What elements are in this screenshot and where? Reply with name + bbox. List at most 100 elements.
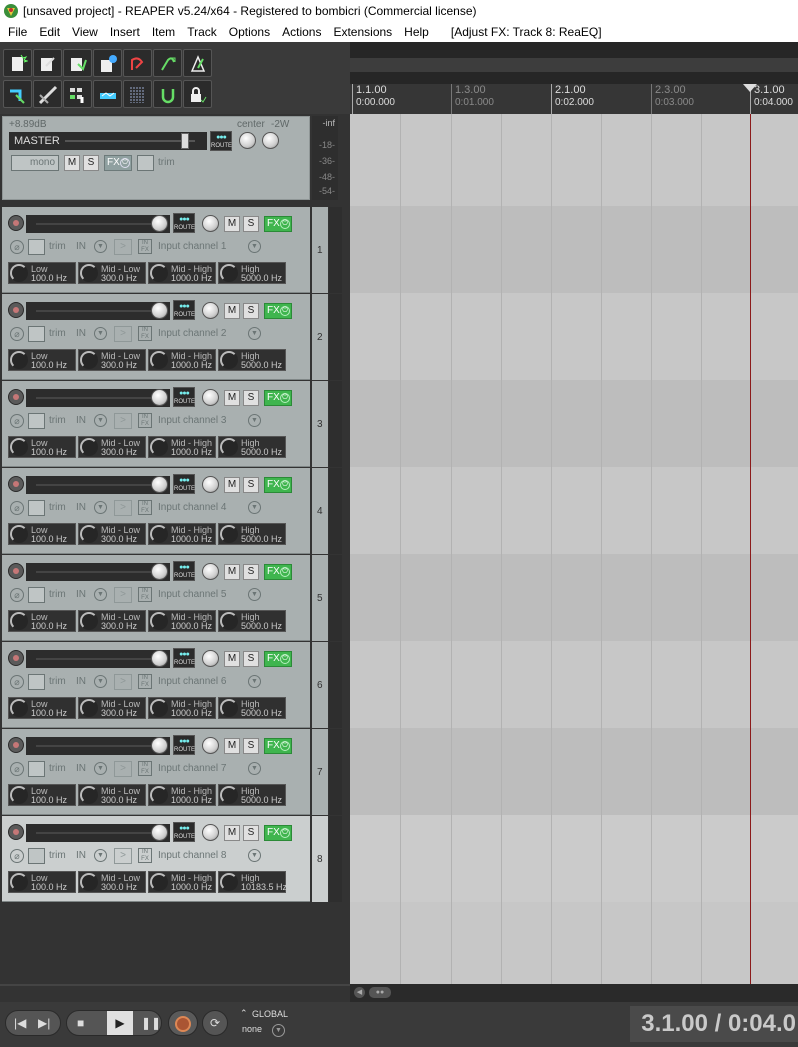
project-settings-icon[interactable]: [93, 49, 122, 77]
track-name-field[interactable]: [26, 215, 170, 233]
phase-invert-icon[interactable]: ⌀: [10, 414, 24, 428]
route-button[interactable]: ●●● ROUTE: [173, 648, 195, 668]
eq-band-high[interactable]: High 5000.0 Hz: [218, 262, 286, 284]
master-track[interactable]: +8.89dB center -2W MASTER ●●● ROUTE mono …: [2, 116, 310, 200]
input-mode-dropdown-icon[interactable]: ▼: [94, 762, 107, 775]
trim-button[interactable]: trim: [28, 848, 70, 864]
master-pan-knob[interactable]: [239, 132, 256, 149]
menu-insert[interactable]: Insert: [104, 25, 146, 39]
input-dropdown-icon[interactable]: ▼: [248, 240, 261, 253]
eq-band-high[interactable]: High 5000.0 Hz: [218, 523, 286, 545]
master-fx-button[interactable]: FX ⏻: [104, 155, 132, 171]
fx-button[interactable]: FX ⏻: [264, 651, 292, 667]
track-pan-knob[interactable]: [202, 563, 219, 580]
track-volume-knob[interactable]: [151, 737, 168, 754]
track-name-field[interactable]: [26, 476, 170, 494]
input-dropdown-icon[interactable]: ▼: [248, 327, 261, 340]
track-number[interactable]: 1: [312, 207, 328, 293]
record-arm-button[interactable]: [8, 302, 24, 318]
fx-button[interactable]: FX ⏻: [264, 738, 292, 754]
input-select[interactable]: IN FX Input channel 6: [136, 674, 264, 690]
fx-button[interactable]: FX ⏻: [264, 390, 292, 406]
solo-button[interactable]: S: [243, 738, 259, 754]
eq-band-mid-high[interactable]: Mid - High 1000.0 Hz: [148, 610, 216, 632]
new-project-icon[interactable]: [3, 49, 32, 77]
eq-band-low[interactable]: Low 100.0 Hz: [8, 523, 76, 545]
eq-band-mid-low[interactable]: Mid - Low 300.0 Hz: [78, 871, 146, 893]
track-number[interactable]: 2: [312, 294, 328, 380]
track-volume-knob[interactable]: [151, 650, 168, 667]
track-name-field[interactable]: [26, 563, 170, 581]
trim-button[interactable]: trim: [28, 413, 70, 429]
track-number[interactable]: 6: [312, 642, 328, 728]
eq-band-mid-low[interactable]: Mid - Low 300.0 Hz: [78, 262, 146, 284]
eq-band-high[interactable]: High 5000.0 Hz: [218, 697, 286, 719]
record-monitor-icon[interactable]: >: [114, 239, 132, 255]
input-dropdown-icon[interactable]: ▼: [248, 414, 261, 427]
phase-invert-icon[interactable]: ⌀: [10, 501, 24, 515]
phase-invert-icon[interactable]: ⌀: [10, 240, 24, 254]
track-volume-knob[interactable]: [151, 389, 168, 406]
grid-icon[interactable]: [63, 80, 92, 108]
input-select[interactable]: IN FX Input channel 7: [136, 761, 264, 777]
loop-icon[interactable]: [153, 80, 182, 108]
eq-band-low[interactable]: Low 100.0 Hz: [8, 697, 76, 719]
menu-actions[interactable]: Actions: [276, 25, 327, 39]
record-arm-button[interactable]: [8, 824, 24, 840]
solo-button[interactable]: S: [243, 651, 259, 667]
eq-band-mid-low[interactable]: Mid - Low 300.0 Hz: [78, 349, 146, 371]
redo-icon[interactable]: [153, 49, 182, 77]
menu-help[interactable]: Help: [398, 25, 435, 39]
route-button[interactable]: ●●● ROUTE: [173, 561, 195, 581]
track-name-field[interactable]: [26, 650, 170, 668]
record-monitor-icon[interactable]: >: [114, 587, 132, 603]
tcp-empty-area[interactable]: [0, 902, 350, 987]
eq-band-mid-low[interactable]: Mid - Low 300.0 Hz: [78, 523, 146, 545]
track-panel[interactable]: ●●● ROUTE M S FX ⏻ ⌀ trim IN ▼ > IN FX Inpu…: [2, 555, 310, 641]
route-button[interactable]: ●●● ROUTE: [173, 213, 195, 233]
eq-band-mid-high[interactable]: Mid - High 1000.0 Hz: [148, 784, 216, 806]
mute-button[interactable]: M: [224, 651, 240, 667]
menu-track[interactable]: Track: [181, 25, 223, 39]
input-select[interactable]: IN FX Input channel 4: [136, 500, 264, 516]
track-name-field[interactable]: [26, 389, 170, 407]
input-mode-dropdown-icon[interactable]: ▼: [94, 240, 107, 253]
master-trim-button[interactable]: trim: [137, 155, 179, 171]
fx-button[interactable]: FX ⏻: [264, 564, 292, 580]
eq-band-mid-low[interactable]: Mid - Low 300.0 Hz: [78, 610, 146, 632]
track-number[interactable]: 5: [312, 555, 328, 641]
ripple-edit-icon[interactable]: [33, 80, 62, 108]
eq-band-mid-high[interactable]: Mid - High 1000.0 Hz: [148, 349, 216, 371]
track-number[interactable]: 7: [312, 729, 328, 815]
track-pan-knob[interactable]: [202, 389, 219, 406]
menu-view[interactable]: View: [66, 25, 104, 39]
play-cursor-marker-icon[interactable]: [743, 84, 757, 93]
time-display[interactable]: 3.1.00 / 0:04.0: [630, 1006, 798, 1042]
menu-file[interactable]: File: [2, 25, 33, 39]
menu-edit[interactable]: Edit: [33, 25, 66, 39]
track-name-field[interactable]: [26, 302, 170, 320]
record-arm-button[interactable]: [8, 737, 24, 753]
mute-button[interactable]: M: [224, 738, 240, 754]
track-panel[interactable]: ●●● ROUTE M S FX ⏻ ⌀ trim IN ▼ > IN FX Inpu…: [2, 294, 310, 380]
undo-icon[interactable]: [123, 49, 152, 77]
solo-button[interactable]: S: [243, 477, 259, 493]
mute-button[interactable]: M: [224, 390, 240, 406]
track-volume-knob[interactable]: [151, 302, 168, 319]
master-volume-slider[interactable]: [181, 133, 189, 149]
eq-band-mid-high[interactable]: Mid - High 1000.0 Hz: [148, 436, 216, 458]
route-button[interactable]: ●●● ROUTE: [173, 474, 195, 494]
master-route-button[interactable]: ●●● ROUTE: [210, 131, 232, 151]
mute-button[interactable]: M: [224, 216, 240, 232]
record-arm-button[interactable]: [8, 389, 24, 405]
eq-band-high[interactable]: High 5000.0 Hz: [218, 784, 286, 806]
track-volume-knob[interactable]: [151, 563, 168, 580]
master-mono-button[interactable]: mono: [11, 155, 59, 171]
track-volume-knob[interactable]: [151, 215, 168, 232]
track-number[interactable]: 8: [312, 816, 328, 902]
input-select[interactable]: IN FX Input channel 5: [136, 587, 264, 603]
trim-button[interactable]: trim: [28, 239, 70, 255]
mute-button[interactable]: M: [224, 477, 240, 493]
record-arm-button[interactable]: [8, 215, 24, 231]
eq-band-high[interactable]: High 5000.0 Hz: [218, 610, 286, 632]
